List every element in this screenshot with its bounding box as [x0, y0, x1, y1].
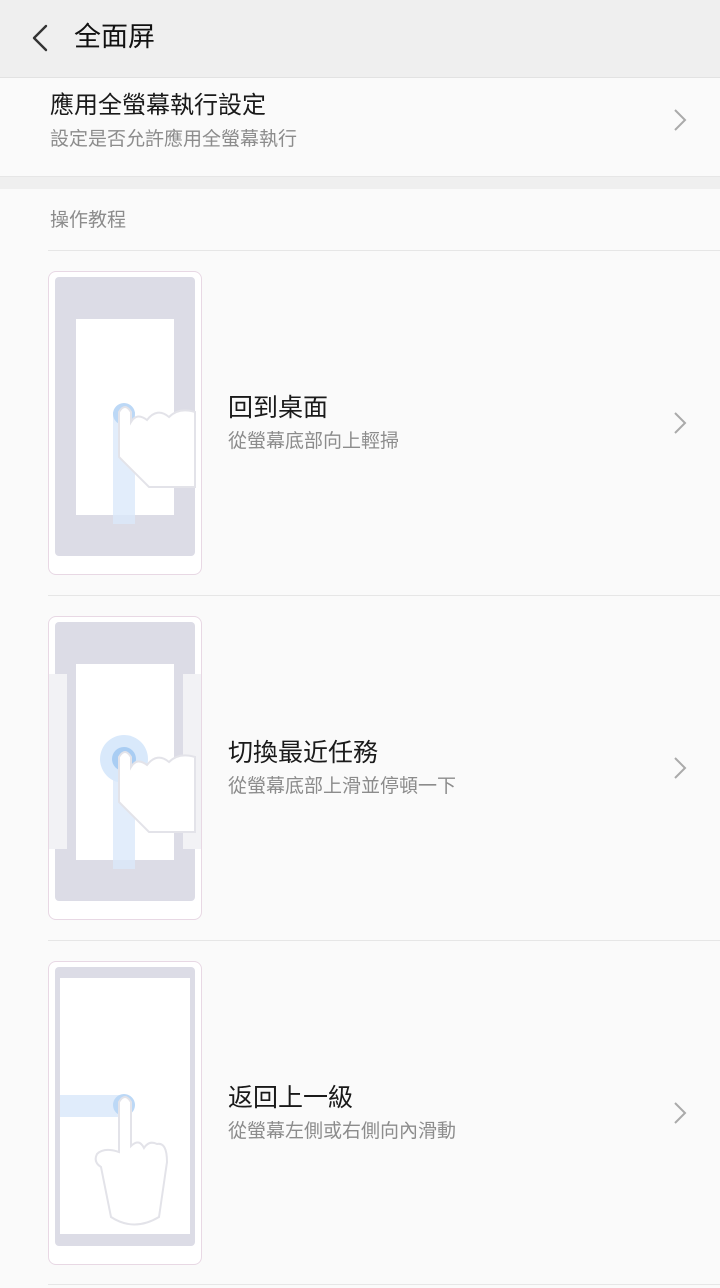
chevron-left-icon [32, 24, 48, 52]
section-label: 操作教程 [50, 209, 127, 231]
tutorial-subtitle: 從螢幕底部向上輕掃 [228, 430, 400, 452]
swipe-side-back-illustration [48, 961, 202, 1265]
tutorial-title: 返回上一級 [228, 1083, 354, 1112]
title-bar: 全面屏 [0, 0, 720, 78]
fullscreen-app-setting-row[interactable]: 應用全螢幕執行設定 設定是否允許應用全螢幕執行 [0, 78, 720, 177]
back-button[interactable] [22, 18, 58, 58]
chevron-right-icon [668, 411, 692, 435]
chevron-right-icon [668, 108, 692, 132]
swipe-up-hold-recents-illustration [48, 616, 202, 920]
page-title: 全面屏 [74, 22, 155, 53]
setting-subtitle: 設定是否允許應用全螢幕執行 [50, 128, 298, 150]
tutorial-subtitle: 從螢幕底部上滑並停頓一下 [228, 775, 457, 797]
divider [48, 1284, 720, 1285]
chevron-right-icon [668, 1101, 692, 1125]
chevron-right-icon [668, 756, 692, 780]
swipe-up-home-illustration [48, 271, 202, 575]
tutorial-title: 回到桌面 [228, 393, 329, 422]
tutorial-item-home[interactable]: 回到桌面 從螢幕底部向上輕掃 [0, 251, 720, 595]
section-gap [0, 177, 720, 189]
setting-title: 應用全螢幕執行設定 [50, 91, 266, 119]
tutorial-item-back[interactable]: 返回上一級 從螢幕左側或右側向內滑動 [0, 941, 720, 1285]
tutorial-item-recents[interactable]: 切換最近任務 從螢幕底部上滑並停頓一下 [0, 596, 720, 940]
tutorial-subtitle: 從螢幕左側或右側向內滑動 [228, 1120, 457, 1142]
tutorial-title: 切換最近任務 [228, 738, 379, 767]
